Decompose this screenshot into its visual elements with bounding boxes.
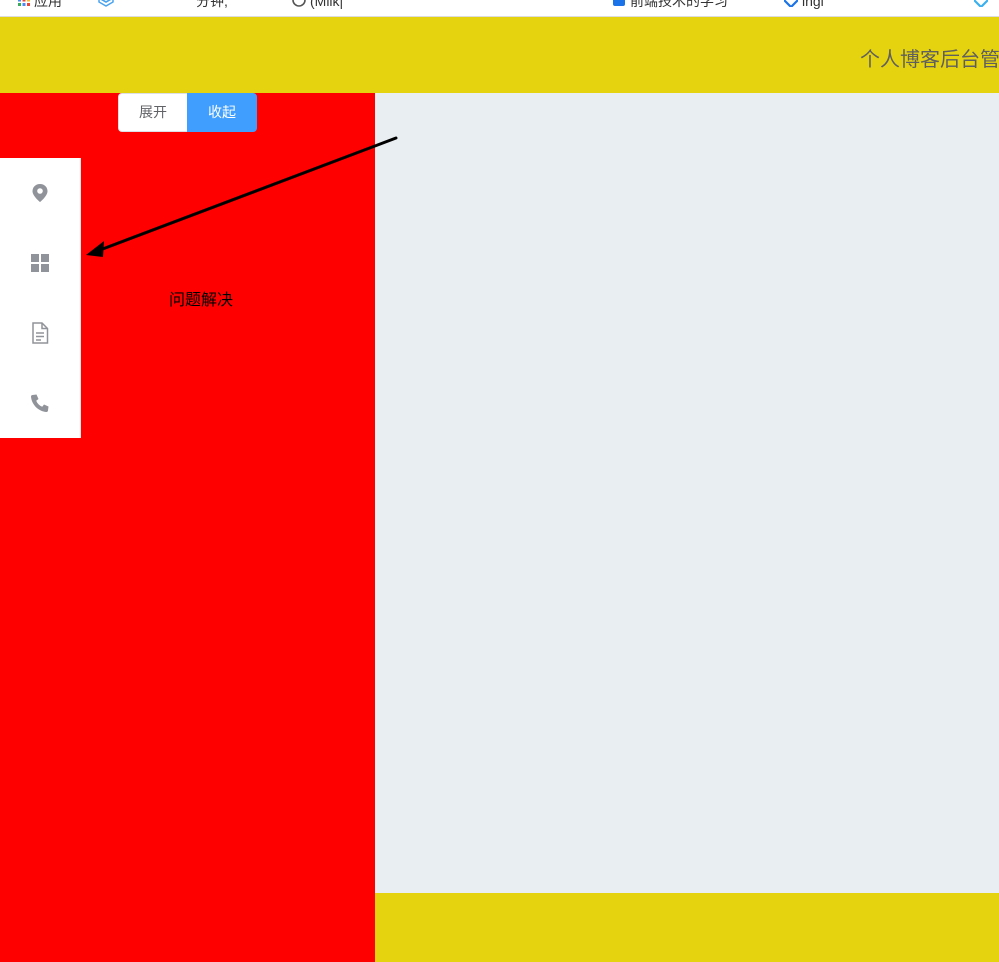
blue-diamond-icon xyxy=(972,0,990,10)
document-icon xyxy=(31,322,49,344)
bookmark-item[interactable] xyxy=(424,0,434,10)
bookmarks-bar: 应用 分钟, (Milk| 前端技术的学习 ingl xyxy=(0,0,999,17)
blue-diamond-icon xyxy=(782,0,800,10)
bookmark-item[interactable]: ingl xyxy=(782,0,824,10)
bookmark-label: 前端技术的学习 xyxy=(630,0,728,9)
bookmark-label: ingl xyxy=(802,0,824,9)
bookmark-label: (Milk| xyxy=(310,0,344,9)
page-footer xyxy=(375,893,999,962)
github-icon xyxy=(292,0,306,10)
cube-icon xyxy=(98,0,114,10)
bookmark-item[interactable] xyxy=(98,0,114,10)
apps-grid-icon xyxy=(18,0,30,9)
bookmark-item[interactable]: 前端技术的学习 xyxy=(612,0,728,10)
bookmark-item[interactable]: (Milk| xyxy=(292,0,343,10)
menu-item-phone[interactable] xyxy=(0,368,80,438)
annotation-arrow xyxy=(86,136,398,257)
blue-square-icon xyxy=(612,0,626,10)
phone-icon xyxy=(30,393,50,413)
main-content xyxy=(375,93,999,893)
menu-item-document[interactable] xyxy=(0,298,80,368)
bookmark-label: 应用 xyxy=(34,0,62,9)
bookmark-label: 分钟, xyxy=(196,0,228,9)
page-header: 个人博客后台管 xyxy=(0,17,999,93)
red-bookmark-icon xyxy=(424,0,434,9)
bookmark-apps[interactable]: 应用 xyxy=(18,0,62,10)
bookmark-item[interactable] xyxy=(972,0,990,10)
header-title: 个人博客后台管 xyxy=(860,47,999,71)
bookmark-item[interactable]: 分钟, xyxy=(196,0,228,10)
